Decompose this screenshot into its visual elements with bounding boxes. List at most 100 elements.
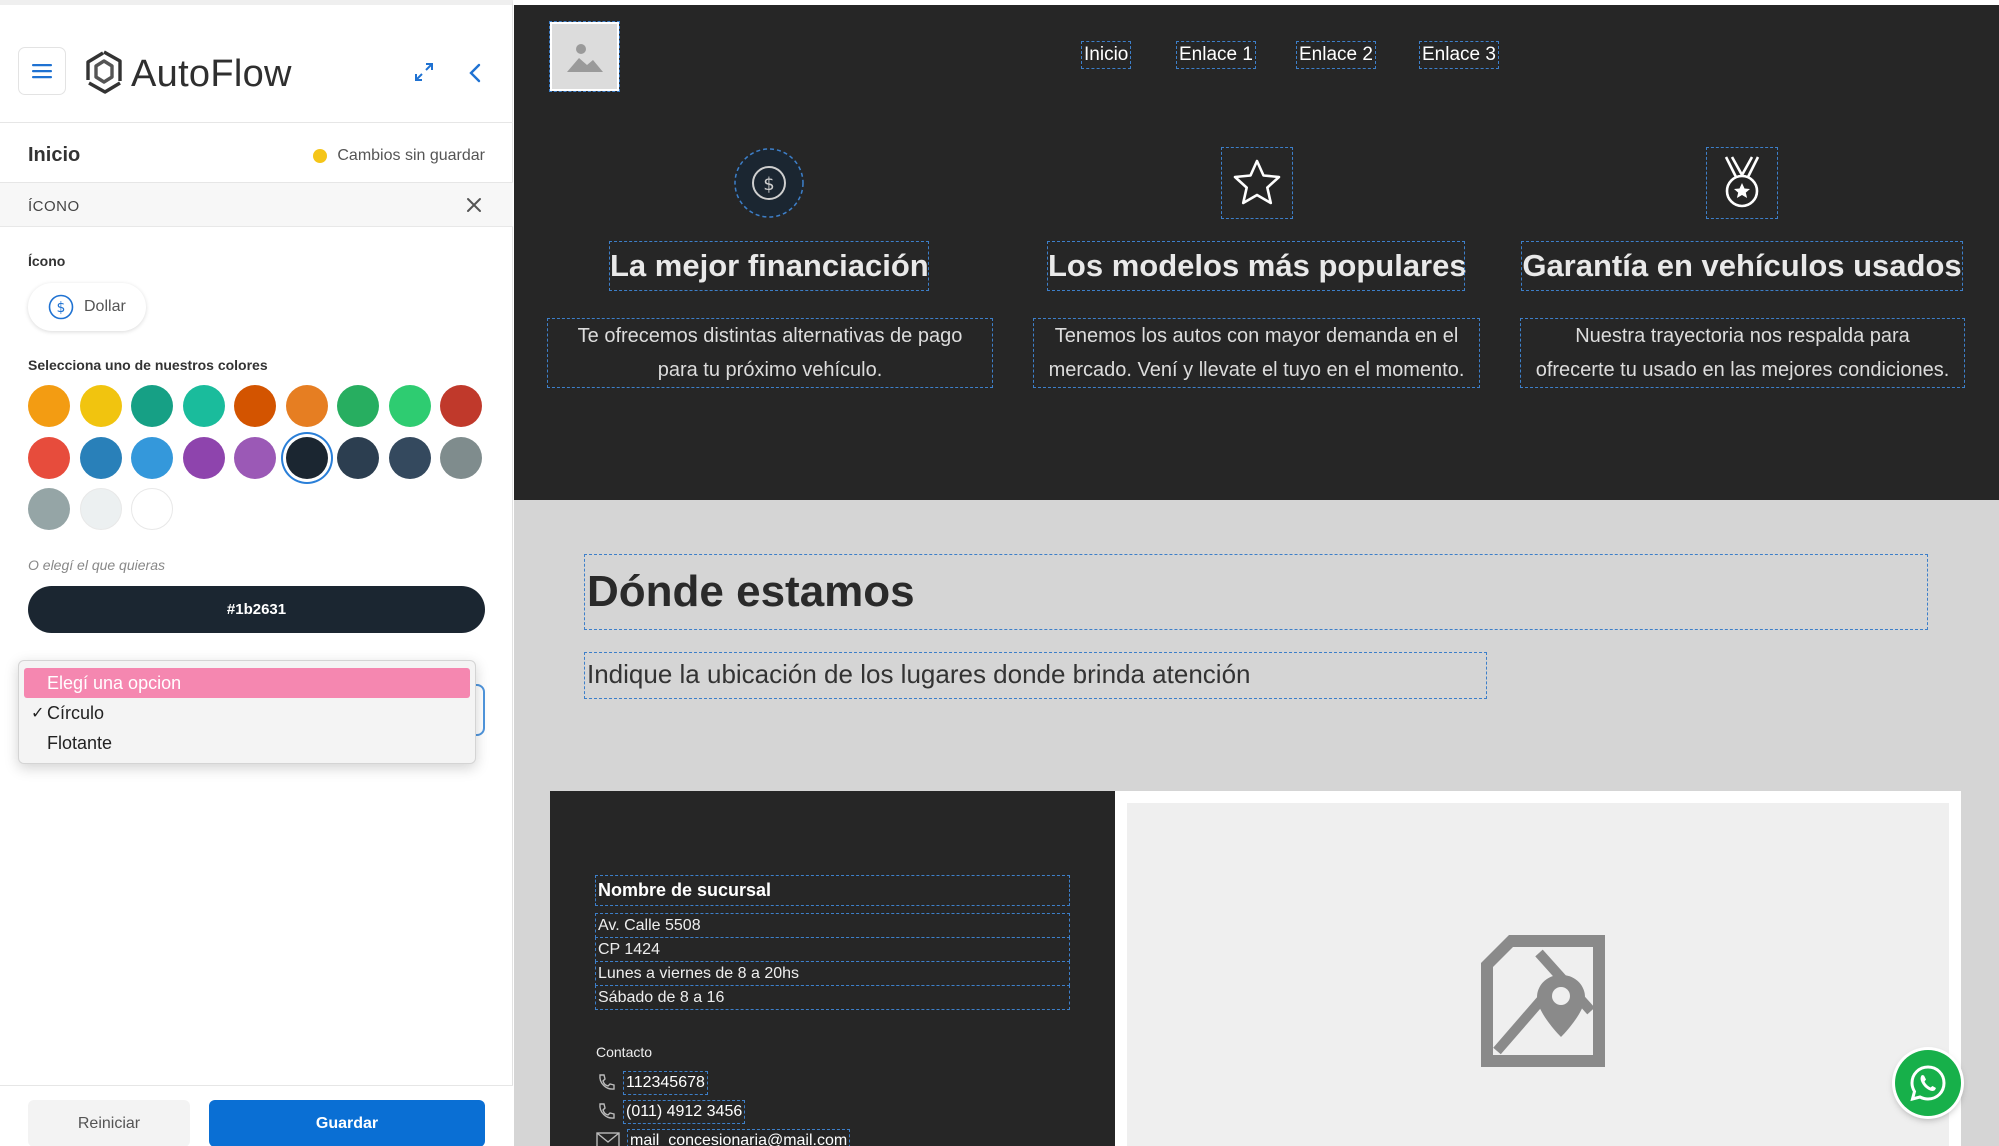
menu-button[interactable] xyxy=(18,47,66,95)
nav-link-enlace-2[interactable]: Enlace 2 xyxy=(1296,41,1376,69)
close-icon[interactable] xyxy=(465,196,483,214)
icon-value: Dollar xyxy=(84,298,126,315)
feature-desc-line: Nuestra trayectoria nos respalda para xyxy=(1575,325,1910,347)
color-swatch[interactable] xyxy=(28,436,70,479)
color-swatch[interactable] xyxy=(285,385,328,427)
phone-icon xyxy=(599,1074,615,1090)
mail-icon xyxy=(596,1132,620,1146)
custom-color-hint: O elegí el que quieras xyxy=(28,557,165,573)
feature-title-1[interactable]: La mejor financiación xyxy=(609,241,929,291)
feature-icon-medal[interactable] xyxy=(1706,147,1778,219)
hero-section: Inicio Enlace 1 Enlace 2 Enlace 3 $ La m… xyxy=(514,5,1999,500)
contact-phone-1[interactable]: 112345678 xyxy=(623,1071,708,1095)
color-swatch[interactable] xyxy=(234,436,276,479)
dropdown-option-label: Flotante xyxy=(47,732,113,753)
feature-desc-line: mercado. Vení y llevate el tuyo en el mo… xyxy=(1048,359,1465,381)
color-swatch[interactable] xyxy=(337,436,379,479)
branch-address-line[interactable]: Av. Calle 5508 xyxy=(595,913,1070,938)
checkmark-icon: ✓ xyxy=(31,705,45,722)
expand-icon[interactable] xyxy=(413,61,435,83)
contact-phone-2[interactable]: (011) 4912 3456 xyxy=(622,1100,746,1124)
color-swatch[interactable] xyxy=(285,436,328,479)
nav-link-enlace-1[interactable]: Enlace 1 xyxy=(1176,41,1256,69)
map-placeholder[interactable] xyxy=(1127,803,1949,1146)
branch-address-line[interactable]: CP 1424 xyxy=(595,937,1070,962)
color-swatch[interactable] xyxy=(131,436,173,479)
contact-phone-row: (011) 4912 3456 xyxy=(596,1100,746,1124)
sidebar-footer: Reiniciar Guardar xyxy=(0,1085,513,1146)
star-icon xyxy=(1233,159,1281,205)
phone-icon xyxy=(599,1103,615,1119)
editor-sidebar: AutoFlow Inicio Cambios sin guardar ÍCON… xyxy=(0,0,513,1146)
dropdown-option-circle[interactable]: ✓ Círculo xyxy=(24,698,470,728)
component-header: ÍCONO xyxy=(0,183,513,227)
feature-desc-line: para tu próximo vehículo. xyxy=(657,359,883,381)
color-swatch[interactable] xyxy=(182,436,225,479)
save-button[interactable]: Guardar xyxy=(209,1100,485,1146)
dollar-circle-icon: $ xyxy=(734,148,804,218)
feature-desc-1[interactable]: Te ofrecemos distintas alternativas de p… xyxy=(547,318,993,388)
autoflow-logo-icon xyxy=(86,50,122,94)
dropdown-option-default[interactable]: Elegí una opcion xyxy=(24,668,470,698)
color-swatch[interactable] xyxy=(28,488,70,530)
feature-desc-line: Tenemos los autos con mayor demanda en e… xyxy=(1054,325,1459,347)
branch-address-line[interactable]: Sábado de 8 a 16 xyxy=(595,985,1070,1010)
branch-name[interactable]: Nombre de sucursal xyxy=(595,875,1070,906)
color-swatch[interactable] xyxy=(388,436,431,479)
color-swatch[interactable] xyxy=(131,385,173,427)
feature-title-2[interactable]: Los modelos más populares xyxy=(1047,241,1467,291)
feature-desc-2[interactable]: Tenemos los autos con mayor demanda en e… xyxy=(1033,318,1480,388)
location-subtitle[interactable]: Indique la ubicación de los lugares dond… xyxy=(584,652,1487,699)
color-swatch[interactable] xyxy=(28,385,70,427)
dropdown-option-label: Círculo xyxy=(47,702,105,723)
medal-icon xyxy=(1724,156,1760,208)
feature-icon-dollar[interactable]: $ xyxy=(734,148,804,218)
chevron-left-icon[interactable] xyxy=(465,62,485,84)
whatsapp-icon xyxy=(1910,1065,1946,1102)
hamburger-icon xyxy=(32,64,52,79)
section-header: Inicio Cambios sin guardar xyxy=(0,123,513,183)
nav-link-inicio[interactable]: Inicio xyxy=(1080,41,1132,69)
reset-button[interactable]: Reiniciar xyxy=(28,1100,190,1146)
color-swatch[interactable] xyxy=(388,385,431,427)
dropdown-option-floating[interactable]: Flotante xyxy=(24,728,470,758)
whatsapp-button[interactable] xyxy=(1895,1050,1961,1116)
section-title: Inicio xyxy=(28,144,81,166)
color-swatch[interactable] xyxy=(79,436,122,479)
app-root: AutoFlow Inicio Cambios sin guardar ÍCON… xyxy=(0,0,1999,1146)
color-swatch[interactable] xyxy=(440,436,482,479)
color-swatch[interactable] xyxy=(234,385,276,427)
color-swatch[interactable] xyxy=(440,385,482,427)
status-dot-icon xyxy=(313,149,328,163)
color-swatch[interactable] xyxy=(337,385,379,427)
map-card xyxy=(1115,791,1961,1146)
branch-info-card: Nombre de sucursal Av. Calle 5508 CP 142… xyxy=(550,791,1115,1146)
feature-title-3[interactable]: Garantía en vehículos usados xyxy=(1521,241,1963,291)
feature-icon-star[interactable] xyxy=(1221,147,1293,219)
site-preview: Inicio Enlace 1 Enlace 2 Enlace 3 $ La m… xyxy=(514,0,1999,1146)
colors-label: Selecciona uno de nuestros colores xyxy=(28,357,268,373)
dropdown-option-label: Elegí una opcion xyxy=(47,672,182,693)
color-swatch[interactable] xyxy=(182,385,225,427)
nav-link-enlace-3[interactable]: Enlace 3 xyxy=(1419,41,1499,69)
color-swatch[interactable] xyxy=(79,488,122,530)
site-logo-placeholder[interactable] xyxy=(549,21,620,92)
feature-desc-3[interactable]: Nuestra trayectoria nos respalda para of… xyxy=(1520,318,1965,388)
brand-name: AutoFlow xyxy=(131,53,292,95)
icon-field-label: Ícono xyxy=(28,253,66,269)
color-swatch[interactable] xyxy=(79,385,122,427)
color-swatch[interactable] xyxy=(131,488,173,530)
location-title[interactable]: Dónde estamos xyxy=(584,554,1928,630)
svg-text:$: $ xyxy=(763,174,774,195)
icon-picker-button[interactable]: $ Dollar xyxy=(28,283,146,331)
contact-email[interactable]: mail_concesionaria@mail.com xyxy=(626,1129,851,1146)
unsaved-status: Cambios sin guardar xyxy=(313,147,485,165)
dollar-circle-icon: $ xyxy=(48,294,74,320)
contact-label: Contacto xyxy=(596,1044,653,1060)
image-icon xyxy=(566,43,603,72)
custom-color-button[interactable]: #1b2631 xyxy=(28,586,485,633)
branch-address-line[interactable]: Lunes a viernes de 8 a 20hs xyxy=(595,961,1070,986)
feature-desc-line: Te ofrecemos distintas alternativas de p… xyxy=(577,325,963,347)
map-pin-icon xyxy=(1481,935,1605,1067)
feature-desc-line: ofrecerte tu usado en las mejores condic… xyxy=(1535,359,1950,381)
